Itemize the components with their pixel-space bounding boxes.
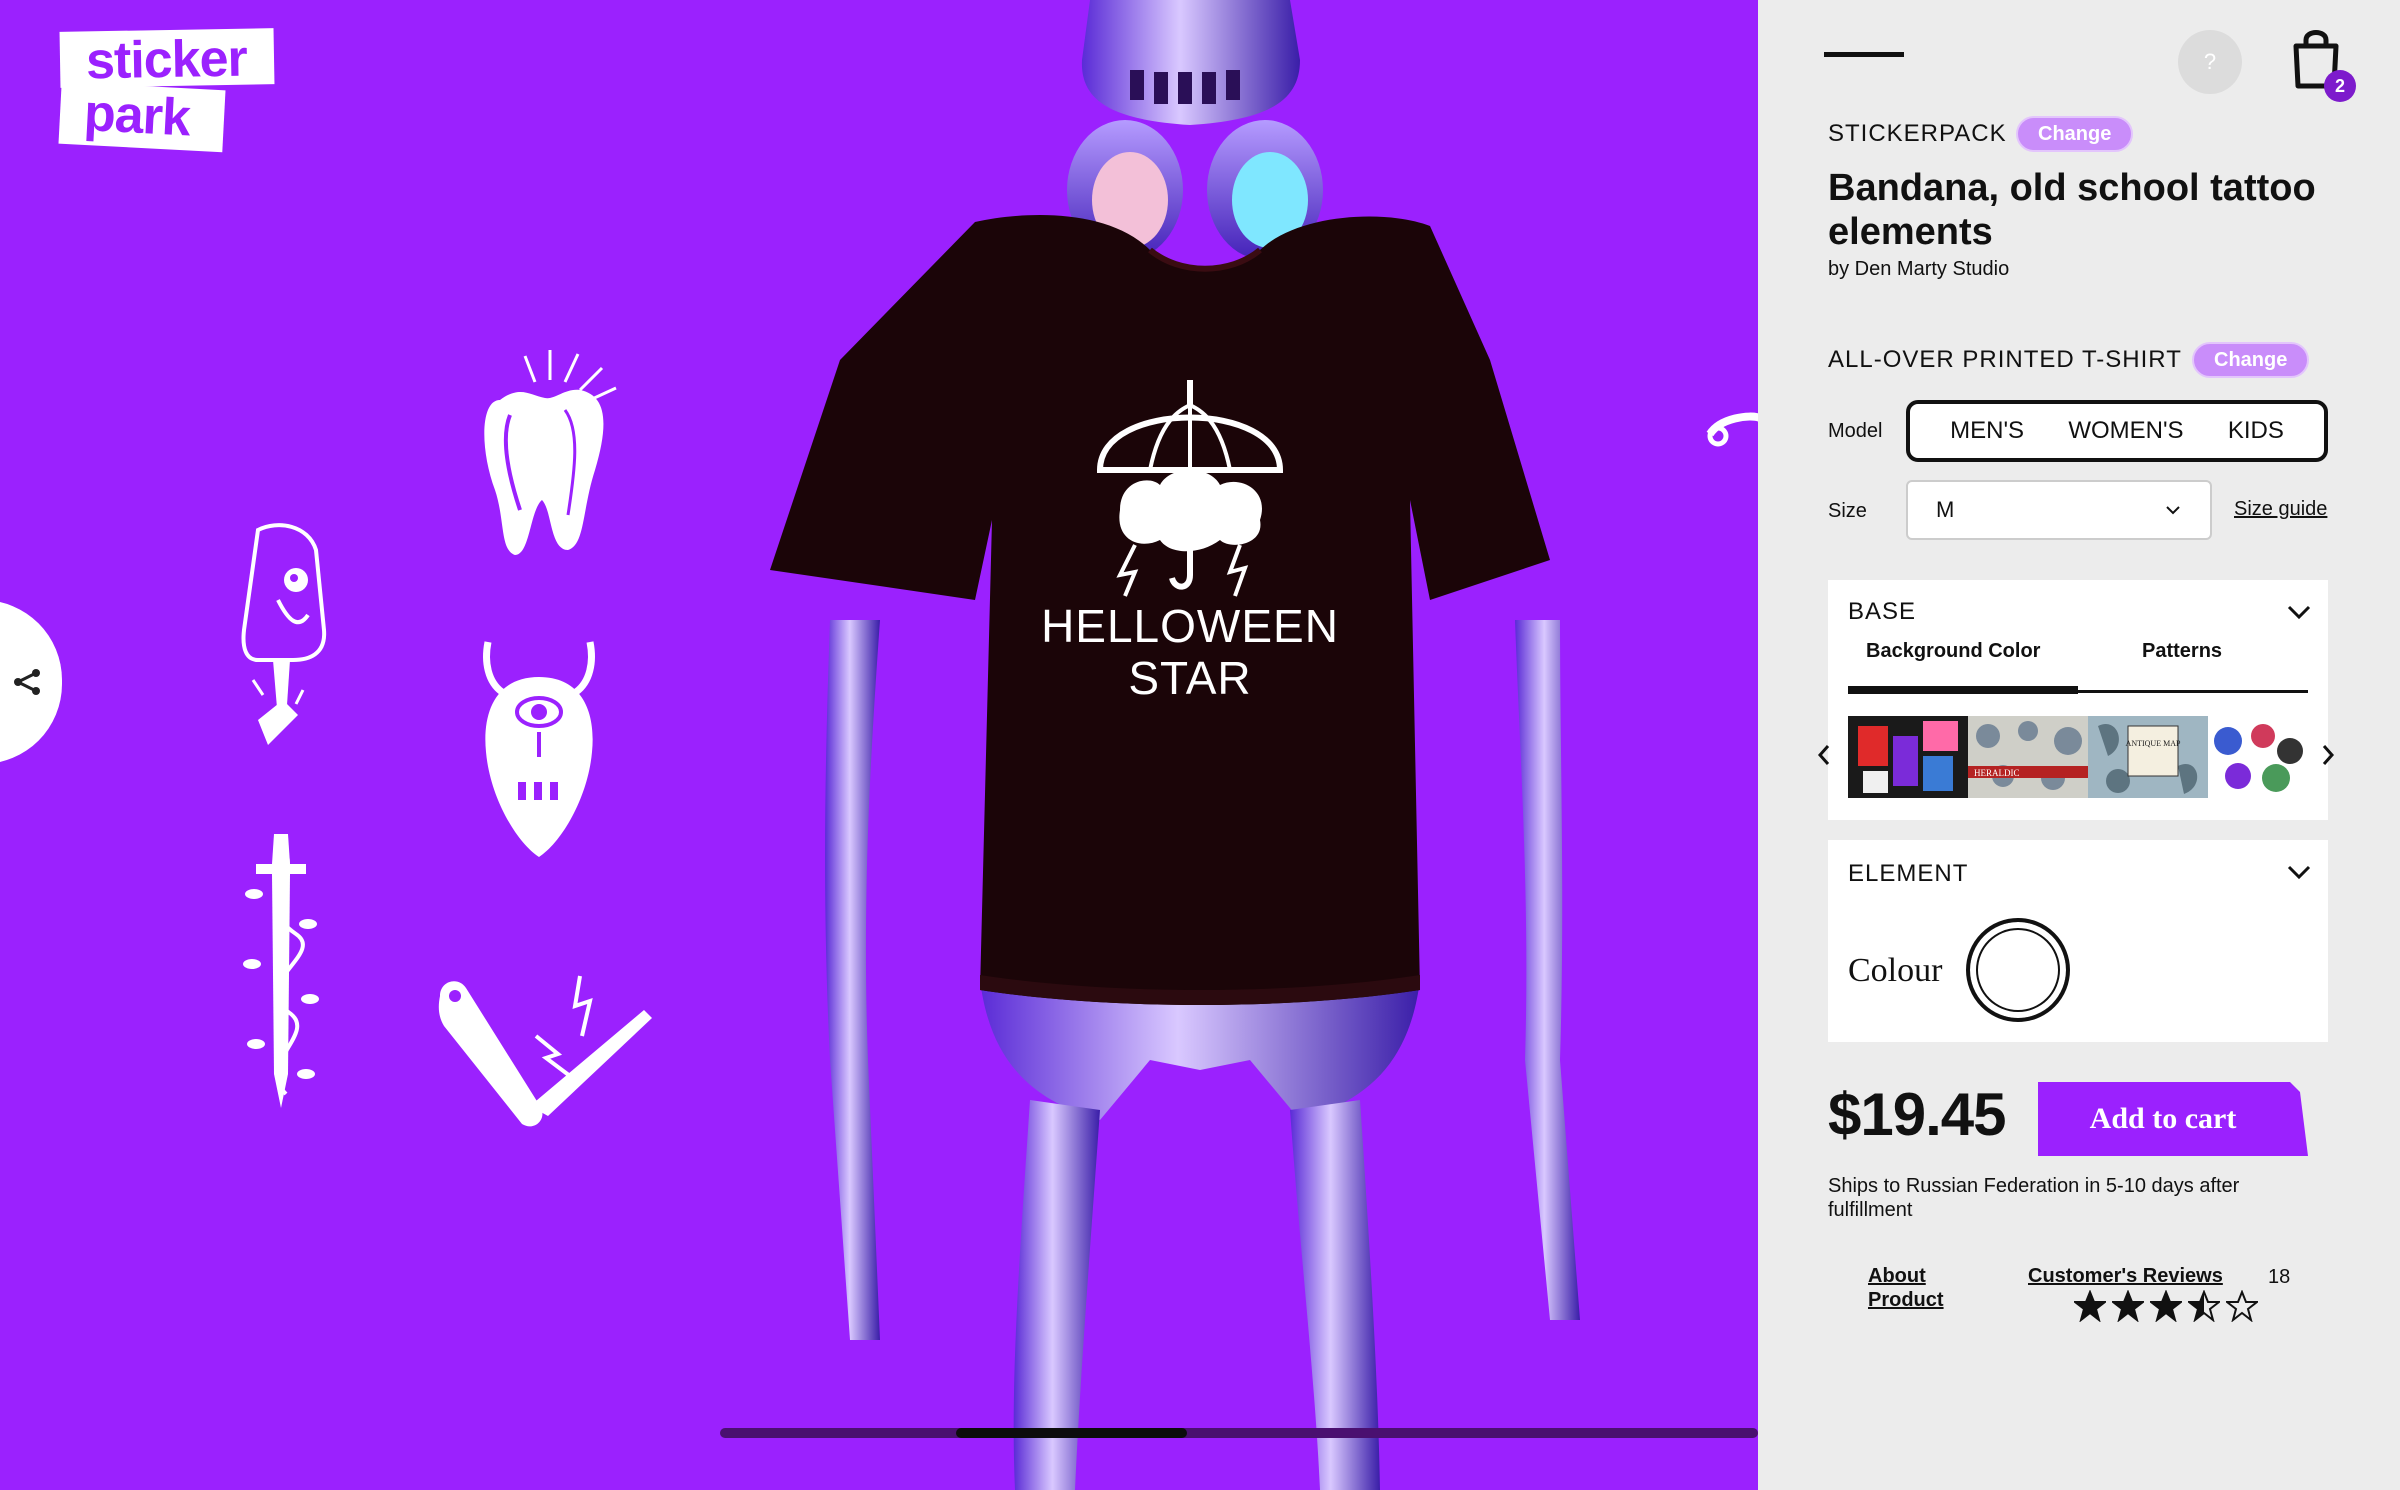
add-to-cart-button[interactable]: Add to cart — [2038, 1082, 2308, 1156]
star-full-icon — [2112, 1290, 2144, 1322]
share-button[interactable] — [0, 600, 62, 764]
tshirt-preview-model — [730, 0, 1660, 1490]
edge-sticker-peek[interactable] — [1700, 400, 1758, 460]
element-section-title: ELEMENT — [1848, 860, 1969, 887]
menu-button[interactable] — [1824, 52, 1904, 62]
heraldic-thumb-label: HERALDIC — [1974, 768, 2020, 778]
antique-map-thumb-label: ANTIQUE MAP — [2126, 739, 2181, 748]
add-to-cart-label: Add to cart — [2089, 1102, 2237, 1135]
tab-patterns[interactable]: Patterns — [2142, 640, 2222, 663]
view-slider-thumb[interactable] — [955, 1428, 1188, 1438]
rating-stars — [2074, 1290, 2258, 1322]
shirt-print-line-2: STAR — [1128, 652, 1252, 704]
review-count: 18 — [2268, 1266, 2291, 1288]
product-config-panel: ? 2 STICKERPACK Change Bandana, old scho… — [1758, 0, 2400, 1490]
shipping-info: Ships to Russian Federation in 5-10 days… — [1828, 1175, 2240, 1221]
chevron-down-icon[interactable] — [2286, 602, 2312, 622]
menu-icon — [1824, 52, 1904, 57]
logo-line-1: sticker — [59, 28, 275, 90]
pattern-thumb-heraldic[interactable]: HERALDIC — [1968, 716, 2088, 798]
colour-swatch[interactable] — [1966, 918, 2070, 1022]
base-section: BASE Background Color Patterns HERALDIC … — [1817, 580, 2335, 820]
about-link-line-1: About — [1868, 1265, 1926, 1287]
colour-label: Colour — [1848, 952, 1943, 989]
model-option-mens[interactable]: MEN'S — [1950, 417, 2024, 445]
star-half-icon — [2188, 1290, 2220, 1322]
chevron-right-icon[interactable] — [2318, 740, 2338, 770]
skeleton-model-illustration — [770, 0, 1580, 1490]
about-link-line-2: Product — [1868, 1289, 1944, 1311]
shirt-print-line-1: HELLOWEEN — [1041, 600, 1339, 652]
share-icon — [14, 669, 40, 695]
shirt-print-design[interactable]: HELLOWEEN STAR — [1000, 360, 1380, 740]
sticker-park-logo[interactable]: sticker park — [58, 28, 288, 158]
help-button[interactable]: ? — [2178, 30, 2242, 94]
model-label: Model — [1828, 420, 1883, 442]
product-stage: sticker park HELLOWEEN STAR — [0, 0, 1758, 1490]
vine-dagger-sticker[interactable] — [236, 824, 326, 1110]
active-tab-indicator — [1848, 686, 2078, 694]
size-selected-value: M — [1936, 497, 1955, 522]
pattern-thumb-antique-map[interactable]: ANTIQUE MAP — [2088, 716, 2208, 798]
logo-line-2: park — [58, 81, 226, 153]
tab-background-color[interactable]: Background Color — [1866, 640, 2040, 663]
model-option-kids[interactable]: KIDS — [2228, 417, 2284, 445]
size-select[interactable]: M — [1906, 480, 2212, 540]
umbrella-cloud-graphic — [1080, 360, 1300, 600]
cart-button[interactable]: 2 — [2288, 26, 2356, 102]
size-label: Size — [1828, 500, 1867, 522]
sticker-pack-title: Bandana, old school tattoo elements — [1828, 167, 2316, 253]
product-price: $19.45 — [1828, 1081, 2007, 1148]
star-empty-icon — [2226, 1290, 2258, 1322]
model-option-womens[interactable]: WOMEN'S — [2068, 417, 2183, 445]
star-full-icon — [2150, 1290, 2182, 1322]
cart-count-badge: 2 — [2324, 70, 2356, 102]
tooth-sticker[interactable] — [470, 340, 620, 560]
customer-reviews-link[interactable]: Customer's Reviews — [2028, 1264, 2223, 1288]
horned-eye-mask-sticker[interactable] — [476, 632, 602, 860]
pattern-thumb-stickers[interactable] — [2208, 716, 2308, 798]
size-guide-link[interactable]: Size guide — [2234, 498, 2327, 521]
star-full-icon — [2074, 1290, 2106, 1322]
element-section: ELEMENT Colour — [1828, 840, 2328, 1042]
chevron-down-icon[interactable] — [2286, 862, 2312, 882]
pattern-carousel: HERALDIC ANTIQUE MAP — [1848, 716, 2308, 798]
popsicle-skull-sticker[interactable] — [238, 520, 334, 750]
base-tabs: Background Color Patterns — [1848, 640, 2308, 676]
stickerpack-eyebrow: STICKERPACK — [1828, 120, 2007, 147]
sticker-pack-author[interactable]: by Den Marty Studio — [1828, 258, 2009, 281]
model-selector[interactable]: MEN'S WOMEN'S KIDS — [1906, 400, 2328, 462]
about-product-link[interactable]: About Product — [1868, 1264, 1944, 1312]
product-type-eyebrow: ALL-OVER PRINTED T-SHIRT — [1828, 346, 2182, 373]
view-slider-track[interactable] — [720, 1428, 1758, 1438]
chevron-left-icon[interactable] — [1814, 740, 1834, 770]
change-stickerpack-button[interactable]: Change — [2016, 116, 2134, 152]
chevron-down-icon — [2166, 506, 2180, 515]
pattern-thumb-graffiti[interactable] — [1848, 716, 1968, 798]
change-product-button[interactable]: Change — [2192, 342, 2310, 378]
base-section-title: BASE — [1848, 598, 1917, 625]
folding-knife-sticker[interactable] — [430, 966, 654, 1136]
